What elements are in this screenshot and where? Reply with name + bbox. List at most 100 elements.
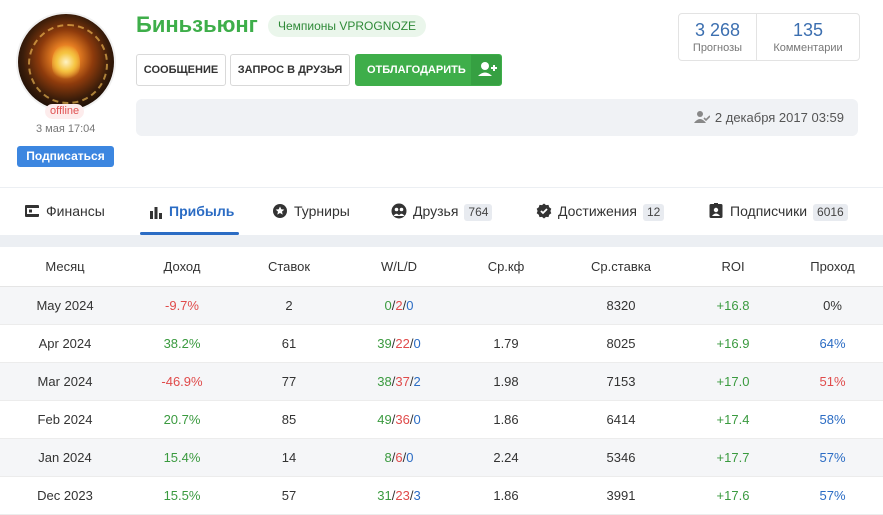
table-header-row: Месяц Доход Ставок W/L/D Ср.кф Ср.ставка… [0, 247, 883, 287]
table-row: Apr 2024 38.2% 61 39/22/0 1.79 8025 +16.9 64% [0, 324, 883, 363]
tab-profit[interactable]: Прибыль [149, 188, 234, 234]
wld-l: 36 [395, 412, 410, 427]
cell-avg-odds: 2.24 [454, 438, 558, 477]
col-avg-odds: Ср.кф [454, 247, 558, 287]
message-button[interactable]: СООБЩЕНИЕ [136, 54, 226, 86]
col-avg-stake: Ср.ставка [558, 247, 684, 287]
last-seen-time: 3 мая 17:04 [36, 123, 96, 135]
col-pass: Проход [782, 247, 883, 287]
registration-date: 2 декабря 2017 03:59 [693, 110, 844, 127]
cell-month: May 2024 [0, 286, 130, 325]
user-check-icon [693, 110, 711, 127]
friends-count: 764 [464, 204, 493, 221]
id-badge-icon [709, 203, 723, 218]
stat-predictions-label: Прогнозы [692, 42, 743, 54]
cell-avg-stake: 6414 [558, 400, 684, 439]
group-badge[interactable]: Чемпионы VPROGNOZE [268, 15, 427, 37]
cell-avg-odds: 1.79 [454, 324, 558, 363]
wld-d: 0 [413, 336, 421, 351]
col-wld: W/L/D [344, 247, 454, 287]
stat-predictions[interactable]: 3 268 Прогнозы [679, 14, 757, 60]
stat-comments-label: Комментарии [773, 42, 843, 54]
cell-roi: +17.7 [684, 438, 782, 477]
col-income: Доход [130, 247, 234, 287]
cell-pass: 0% [782, 286, 883, 325]
cell-pass: 51% [782, 362, 883, 401]
col-roi: ROI [684, 247, 782, 287]
cell-bets: 14 [234, 438, 344, 477]
stat-comments[interactable]: 135 Комментарии [757, 14, 859, 60]
wld-w: 39 [377, 336, 392, 351]
table-row: Jan 2024 15.4% 14 8/6/0 2.24 5346 +17.7 57% [0, 438, 883, 477]
cell-bets: 85 [234, 400, 344, 439]
thank-button-label: ОТБЛАГОДАРИТЬ [367, 64, 466, 76]
cell-avg-odds: 1.86 [454, 400, 558, 439]
avatar[interactable] [18, 14, 114, 110]
section-divider [0, 235, 883, 247]
cell-wld: 49/36/0 [344, 400, 454, 439]
tab-achievements[interactable]: Достижения 12 [536, 188, 665, 234]
cell-income: -9.7% [130, 286, 234, 325]
tab-achievements-label: Достижения [558, 203, 637, 219]
cell-month: Mar 2024 [0, 362, 130, 401]
tab-finance-label: Финансы [46, 203, 105, 219]
user-name[interactable]: Биньзьюнг [136, 12, 258, 38]
wld-w: 49 [377, 412, 392, 427]
wallet-icon [25, 205, 39, 217]
cell-pass: 57% [782, 438, 883, 477]
cell-bets: 77 [234, 362, 344, 401]
cell-income: 38.2% [130, 324, 234, 363]
cell-roi: +17.0 [684, 362, 782, 401]
achievements-count: 12 [642, 204, 665, 221]
wld-d: 2 [413, 374, 421, 389]
cell-bets: 2 [234, 286, 344, 325]
thank-button[interactable]: ОТБЛАГОДАРИТЬ [355, 54, 502, 86]
cell-wld: 0/2/0 [344, 286, 454, 325]
profile-header: offline 3 мая 17:04 Подписаться Биньзьюн… [0, 0, 883, 187]
wld-w: 8 [384, 450, 392, 465]
cell-roi: +17.4 [684, 400, 782, 439]
cell-bets: 61 [234, 324, 344, 363]
wld-l: 2 [395, 298, 403, 313]
friends-icon [391, 203, 407, 219]
status-badge: offline [45, 104, 85, 119]
wld-w: 0 [384, 298, 392, 313]
avatar-glow [52, 44, 80, 80]
tab-friends[interactable]: Друзья 764 [391, 188, 493, 234]
add-user-icon [471, 55, 501, 85]
cell-wld: 38/37/2 [344, 362, 454, 401]
table-row: May 2024 -9.7% 2 0/2/0 8320 +16.8 0% [0, 286, 883, 325]
profit-table: Месяц Доход Ставок W/L/D Ср.кф Ср.ставка… [0, 247, 883, 515]
wld-w: 38 [377, 374, 392, 389]
tab-tournaments[interactable]: Турниры [272, 188, 350, 234]
wld-d: 0 [406, 450, 414, 465]
cell-wld: 39/22/0 [344, 324, 454, 363]
table-row: Mar 2024 -46.9% 77 38/37/2 1.98 7153 +17.0 51% [0, 362, 883, 401]
wld-l: 6 [395, 450, 403, 465]
cell-income: 15.4% [130, 438, 234, 477]
cell-pass: 58% [782, 400, 883, 439]
verified-icon [536, 203, 552, 219]
registration-date-text: 2 декабря 2017 03:59 [714, 110, 844, 125]
stat-predictions-value: 3 268 [694, 20, 741, 40]
cell-roi: +16.8 [684, 286, 782, 325]
cell-avg-stake: 5346 [558, 438, 684, 477]
cell-wld: 8/6/0 [344, 438, 454, 477]
subscribers-count: 6016 [813, 204, 848, 221]
cell-roi: +16.9 [684, 324, 782, 363]
bar-chart-icon [150, 207, 162, 219]
wld-d: 0 [406, 298, 414, 313]
cell-avg-stake: 8320 [558, 286, 684, 325]
friend-request-button[interactable]: ЗАПРОС В ДРУЗЬЯ [230, 54, 350, 86]
tab-profit-label: Прибыль [169, 203, 235, 219]
info-bar: 2 декабря 2017 03:59 [136, 99, 858, 136]
wld-d: 0 [413, 412, 421, 427]
tab-finance[interactable]: Финансы [24, 188, 105, 234]
subscribe-button[interactable]: Подписаться [17, 146, 114, 167]
col-month: Месяц [0, 247, 130, 287]
col-bets: Ставок [234, 247, 344, 287]
tab-friends-label: Друзья [413, 203, 459, 219]
tab-subscribers[interactable]: Подписчики 6016 [708, 188, 848, 234]
wld-l: 22 [395, 336, 410, 351]
cell-month: Apr 2024 [0, 324, 130, 363]
